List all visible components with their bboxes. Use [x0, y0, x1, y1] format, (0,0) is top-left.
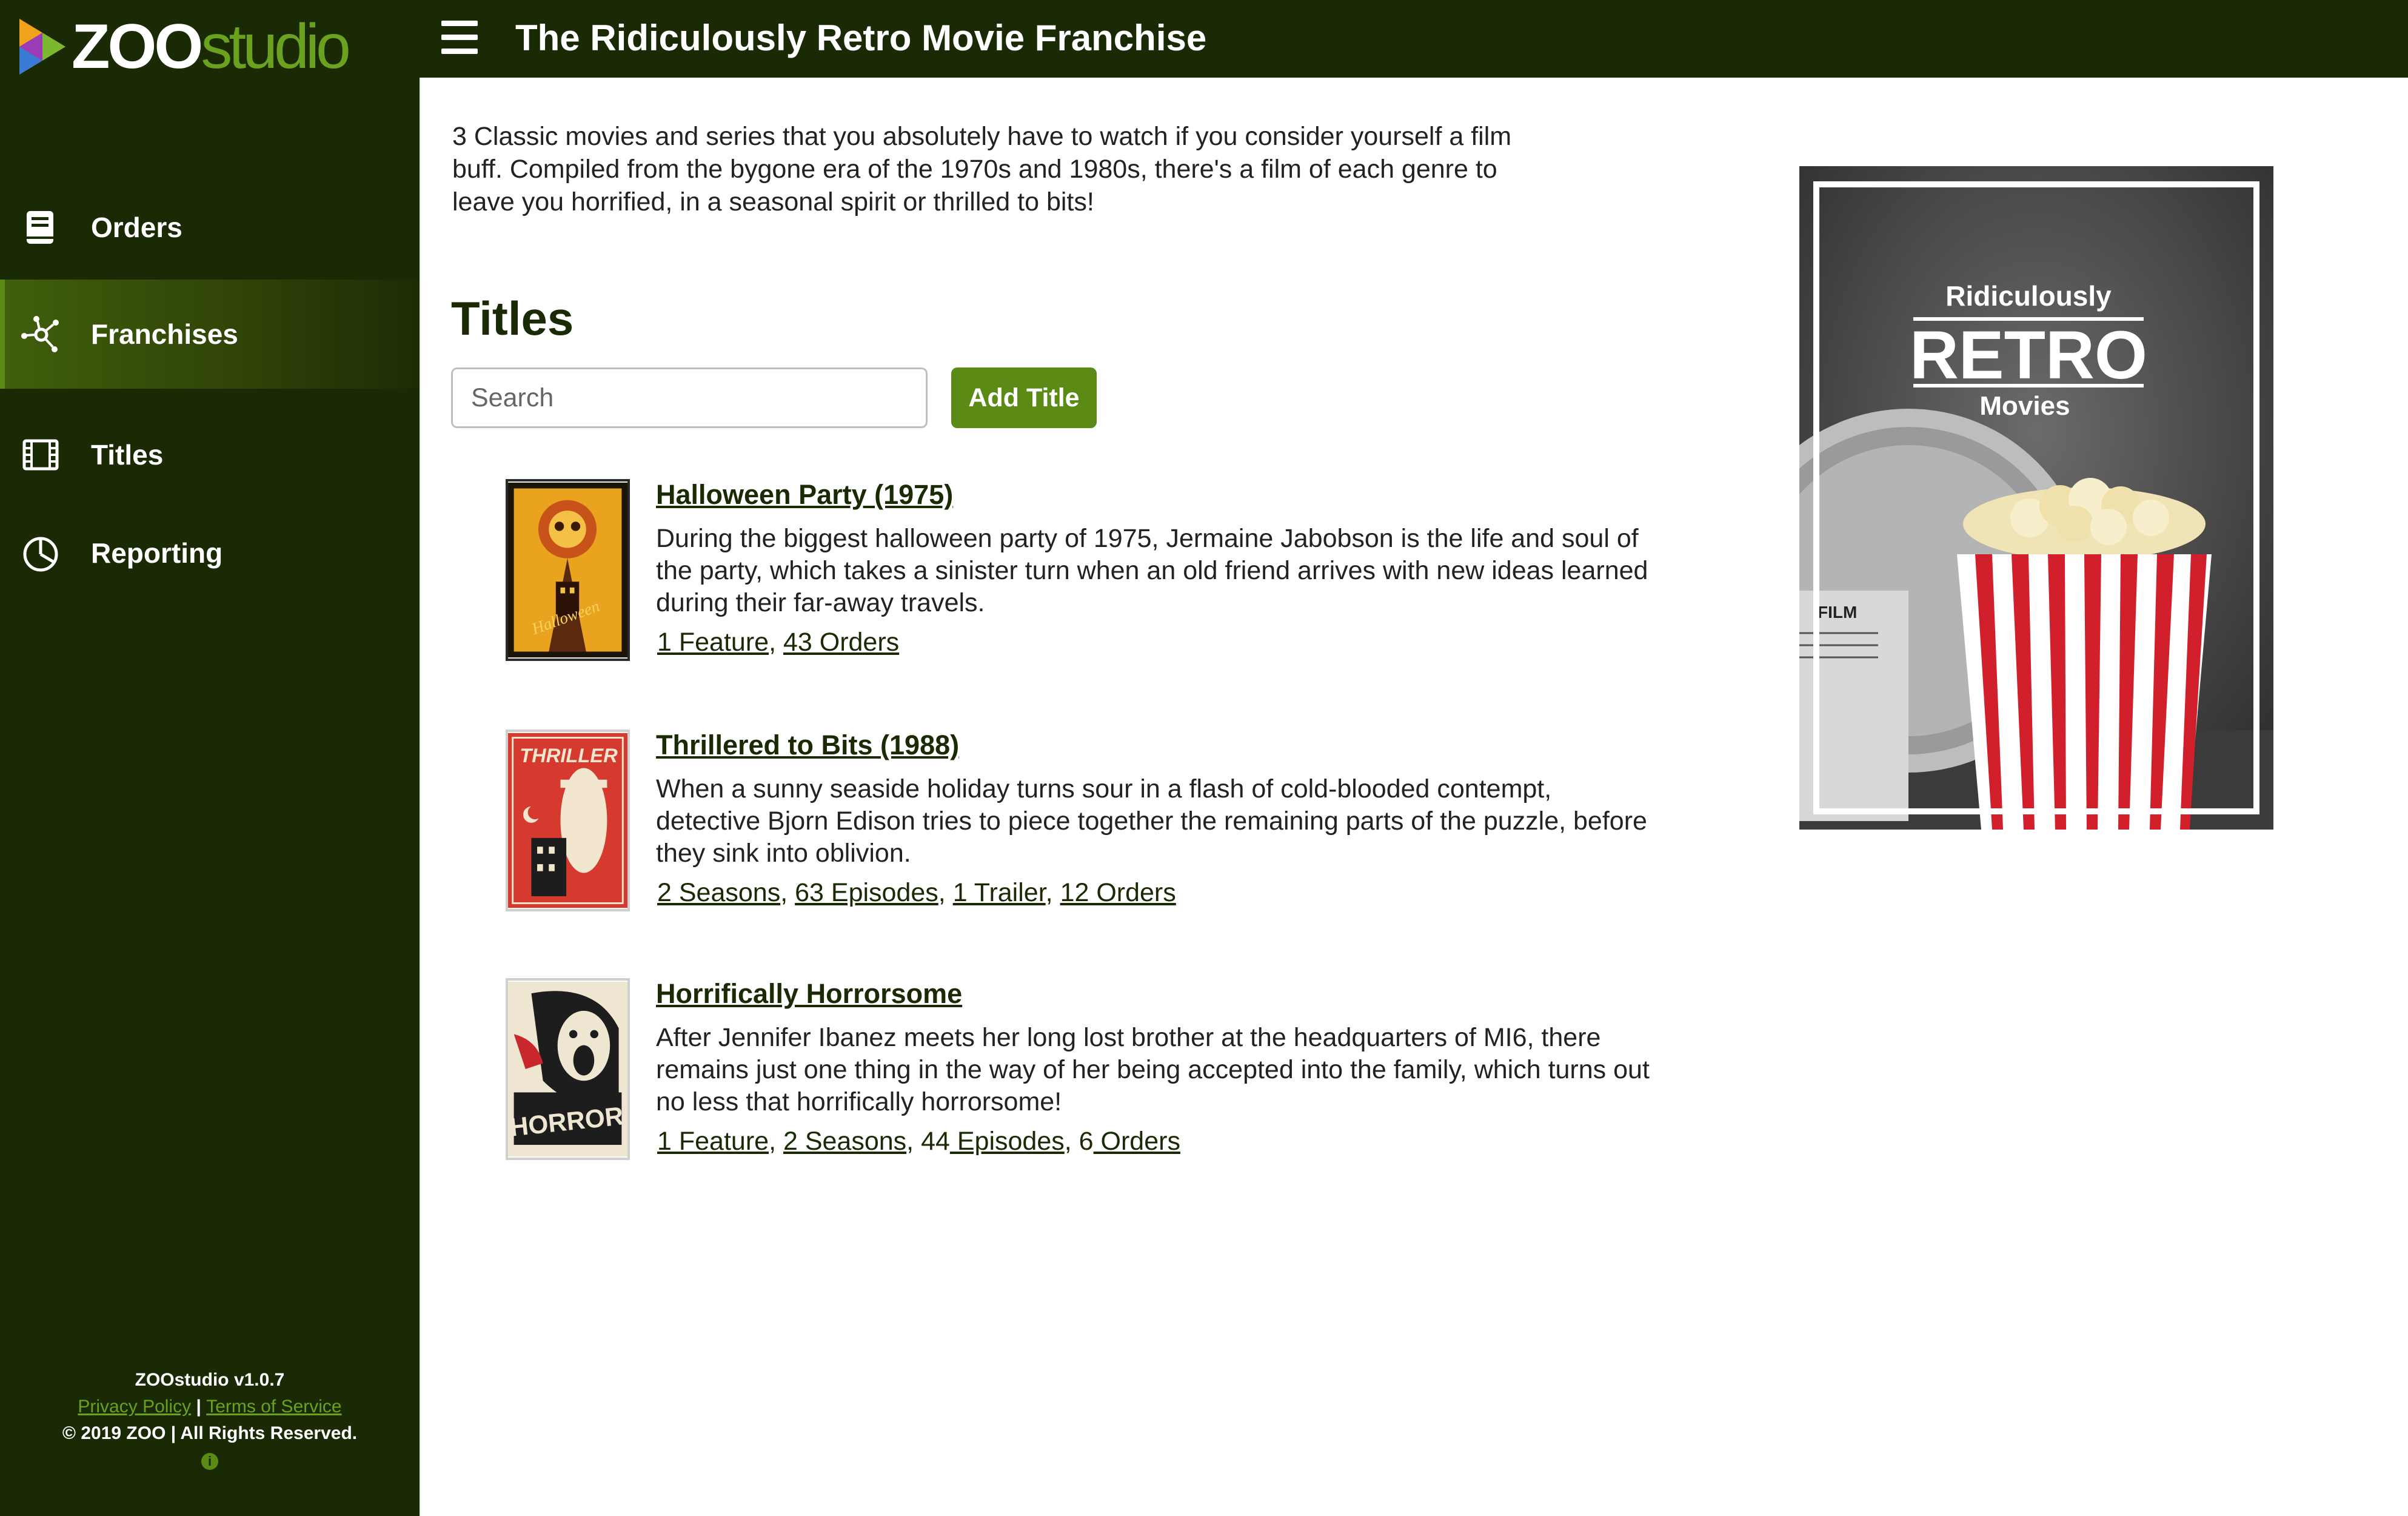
seasons-link[interactable]: 2 Seasons	[657, 878, 780, 907]
sidebar-item-titles[interactable]: Titles	[0, 400, 420, 509]
zoostudio-logo[interactable]: ZOOstudio	[17, 12, 351, 82]
sidebar-item-reporting[interactable]: Reporting	[0, 498, 420, 608]
features-link[interactable]: 1 Feature	[657, 1127, 769, 1156]
privacy-policy-link[interactable]: Privacy Policy	[78, 1397, 191, 1417]
title-description: After Jennifer Ibanez meets her long los…	[656, 1023, 1650, 1116]
logo-triangle-icon	[19, 19, 65, 75]
halloween-party-poster[interactable]: Halloween	[506, 479, 630, 661]
sidebar-item-label: Reporting	[91, 537, 223, 569]
reel-label: FILM	[1818, 603, 1857, 622]
popcorn-illustration	[1957, 478, 2212, 830]
sidebar-item-label: Orders	[91, 212, 182, 243]
title-description: When a sunny seaside holiday turns sour …	[656, 774, 1647, 868]
seasons-link[interactable]: 2 Seasons	[783, 1127, 906, 1156]
sidebar-item-franchises[interactable]: Franchises	[0, 280, 420, 389]
title-link[interactable]: Horrifically Horrorsome	[656, 978, 962, 1010]
top-bar: The Ridiculously Retro Movie Franchise	[420, 0, 2408, 78]
add-title-button[interactable]: Add Title	[951, 367, 1097, 428]
app-version: ZOOstudio v1.0.7	[135, 1370, 285, 1390]
episodes-link[interactable]: 63 Episodes	[795, 878, 938, 907]
page-title: The Ridiculously Retro Movie Franchise	[515, 18, 1207, 58]
franchise-cover-image: FILM Ridiculously RETRO Movies	[1799, 166, 2273, 830]
logo-zoo-text: ZOO	[72, 12, 203, 82]
title-list-item: THRILLER Thrillered to Bits (1988) When …	[506, 729, 1657, 924]
sidebar-item-orders[interactable]: Orders	[0, 173, 420, 282]
pie-chart-icon	[23, 537, 58, 572]
title-description: During the biggest halloween party of 19…	[656, 524, 1648, 617]
orders-link[interactable]: 12 Orders	[1060, 878, 1176, 907]
thrillered-to-bits-poster[interactable]: THRILLER	[506, 729, 630, 911]
episodes-count: 44	[921, 1127, 950, 1156]
trailer-link[interactable]: 1 Trailer	[953, 878, 1046, 907]
main-content: 3 Classic movies and series that you abs…	[420, 78, 2408, 1516]
footer-separator: |	[196, 1397, 201, 1417]
network-icon	[21, 316, 59, 352]
book-icon	[27, 211, 53, 244]
episodes-link[interactable]: Episodes	[950, 1127, 1065, 1156]
orders-link[interactable]: 43 Orders	[783, 628, 899, 657]
search-input[interactable]	[451, 367, 928, 428]
copyright-text: © 2019 ZOO | All Rights Reserved.	[62, 1423, 358, 1443]
horrifically-horrorsome-poster[interactable]: HORROR	[506, 978, 630, 1160]
terms-of-service-link[interactable]: Terms of Service	[206, 1397, 341, 1417]
title-link[interactable]: Halloween Party (1975)	[656, 479, 953, 511]
cover-line2: RETRO	[1910, 317, 2147, 393]
hamburger-menu-icon[interactable]	[441, 21, 478, 55]
features-link[interactable]: 1 Feature	[657, 628, 769, 657]
title-list-item: HORROR Horrifically Horrorsome After Jen…	[506, 978, 1657, 1172]
info-icon[interactable]: i	[201, 1453, 218, 1470]
title-stats: 1 Feature, 43 Orders	[657, 628, 900, 657]
sidebar-footer: ZOOstudio v1.0.7 Privacy Policy | Terms …	[0, 1367, 420, 1474]
franchise-description: 3 Classic movies and series that you abs…	[452, 122, 1512, 216]
sidebar: ZOOstudio Orders Franchises Titles Repor…	[0, 0, 420, 1516]
logo-studio-text: studio	[201, 12, 351, 82]
sidebar-item-label: Titles	[91, 439, 164, 471]
orders-count: 6	[1079, 1127, 1094, 1156]
orders-link[interactable]: Orders	[1094, 1127, 1180, 1156]
title-stats: 2 Seasons, 63 Episodes, 1 Trailer, 12 Or…	[657, 878, 1176, 907]
sidebar-item-label: Franchises	[91, 318, 238, 350]
title-link[interactable]: Thrillered to Bits (1988)	[656, 729, 959, 761]
titles-heading: Titles	[451, 292, 574, 345]
film-icon	[22, 439, 59, 471]
title-list-item: Halloween Halloween Party (1975) During …	[506, 479, 1657, 673]
title-stats: 1 Feature, 2 Seasons, 44 Episodes, 6 Ord…	[657, 1127, 1180, 1156]
poster-text: THRILLER	[520, 744, 618, 766]
cover-line1: Ridiculously	[1945, 280, 2112, 312]
cover-line3: Movies	[1979, 391, 2070, 421]
